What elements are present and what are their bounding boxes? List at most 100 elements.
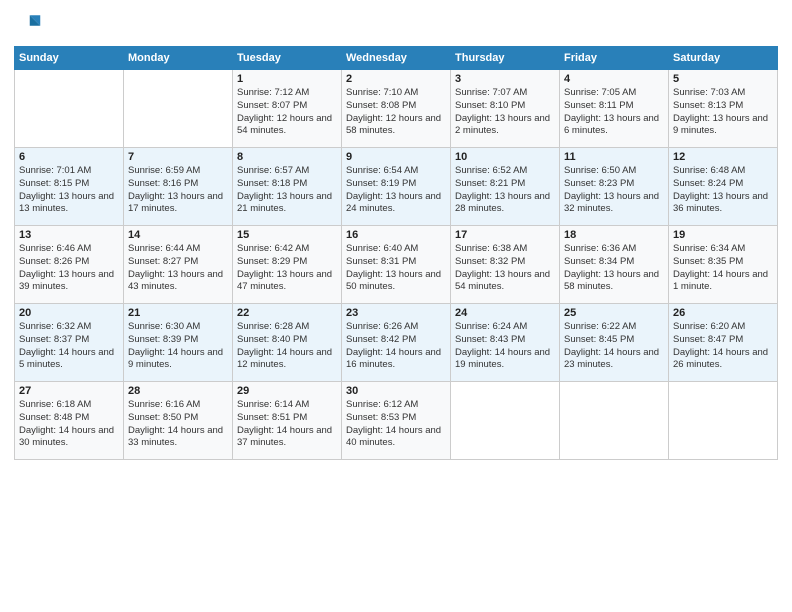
day-number: 25 <box>564 307 664 319</box>
day-info: Sunrise: 6:30 AM Sunset: 8:39 PM Dayligh… <box>128 321 228 372</box>
day-number: 1 <box>237 73 337 85</box>
day-info: Sunrise: 6:59 AM Sunset: 8:16 PM Dayligh… <box>128 165 228 216</box>
header <box>14 10 778 38</box>
day-info: Sunrise: 6:52 AM Sunset: 8:21 PM Dayligh… <box>455 165 555 216</box>
day-number: 16 <box>346 229 446 241</box>
calendar-cell: 29 Sunrise: 6:14 AM Sunset: 8:51 PM Dayli… <box>233 382 342 460</box>
calendar-cell: 6 Sunrise: 7:01 AM Sunset: 8:15 PM Daylig… <box>15 148 124 226</box>
day-number: 30 <box>346 385 446 397</box>
day-header-sunday: Sunday <box>15 47 124 70</box>
calendar-cell <box>15 70 124 148</box>
calendar-cell: 19 Sunrise: 6:34 AM Sunset: 8:35 PM Dayli… <box>669 226 778 304</box>
day-header-monday: Monday <box>124 47 233 70</box>
day-info: Sunrise: 6:48 AM Sunset: 8:24 PM Dayligh… <box>673 165 773 216</box>
day-info: Sunrise: 6:16 AM Sunset: 8:50 PM Dayligh… <box>128 399 228 450</box>
calendar-body: 1 Sunrise: 7:12 AM Sunset: 8:07 PM Daylig… <box>15 70 778 460</box>
day-info: Sunrise: 6:32 AM Sunset: 8:37 PM Dayligh… <box>19 321 119 372</box>
day-number: 3 <box>455 73 555 85</box>
day-info: Sunrise: 6:40 AM Sunset: 8:31 PM Dayligh… <box>346 243 446 294</box>
day-header-friday: Friday <box>560 47 669 70</box>
calendar-cell: 26 Sunrise: 6:20 AM Sunset: 8:47 PM Dayli… <box>669 304 778 382</box>
day-number: 21 <box>128 307 228 319</box>
calendar-cell: 1 Sunrise: 7:12 AM Sunset: 8:07 PM Daylig… <box>233 70 342 148</box>
calendar-cell: 13Sunrise: 6:46 AM Sunset: 8:26 PM Dayli… <box>15 226 124 304</box>
week-row-4: 27 Sunrise: 6:18 AM Sunset: 8:48 PM Dayli… <box>15 382 778 460</box>
header-row: SundayMondayTuesdayWednesdayThursdayFrid… <box>15 47 778 70</box>
day-number: 29 <box>237 385 337 397</box>
calendar-cell: 17Sunrise: 6:38 AM Sunset: 8:32 PM Dayli… <box>451 226 560 304</box>
day-number: 2 <box>346 73 446 85</box>
calendar-cell: 20 Sunrise: 6:32 AM Sunset: 8:37 PM Dayli… <box>15 304 124 382</box>
day-header-wednesday: Wednesday <box>342 47 451 70</box>
day-info: Sunrise: 6:50 AM Sunset: 8:23 PM Dayligh… <box>564 165 664 216</box>
calendar-cell: 18Sunrise: 6:36 AM Sunset: 8:34 PM Dayli… <box>560 226 669 304</box>
day-info: Sunrise: 7:03 AM Sunset: 8:13 PM Dayligh… <box>673 87 773 138</box>
day-info: Sunrise: 7:12 AM Sunset: 8:07 PM Dayligh… <box>237 87 337 138</box>
day-number: 19 <box>673 229 773 241</box>
calendar-cell <box>560 382 669 460</box>
calendar-cell: 8 Sunrise: 6:57 AM Sunset: 8:18 PM Daylig… <box>233 148 342 226</box>
day-number: 20 <box>19 307 119 319</box>
day-info: Sunrise: 6:12 AM Sunset: 8:53 PM Dayligh… <box>346 399 446 450</box>
calendar-cell: 30 Sunrise: 6:12 AM Sunset: 8:53 PM Dayli… <box>342 382 451 460</box>
day-header-tuesday: Tuesday <box>233 47 342 70</box>
day-info: Sunrise: 6:18 AM Sunset: 8:48 PM Dayligh… <box>19 399 119 450</box>
day-info: Sunrise: 6:26 AM Sunset: 8:42 PM Dayligh… <box>346 321 446 372</box>
logo <box>14 10 46 38</box>
day-number: 27 <box>19 385 119 397</box>
calendar-cell: 14 Sunrise: 6:44 AM Sunset: 8:27 PM Dayli… <box>124 226 233 304</box>
day-number: 14 <box>128 229 228 241</box>
week-row-0: 1 Sunrise: 7:12 AM Sunset: 8:07 PM Daylig… <box>15 70 778 148</box>
day-info: Sunrise: 6:57 AM Sunset: 8:18 PM Dayligh… <box>237 165 337 216</box>
page: SundayMondayTuesdayWednesdayThursdayFrid… <box>0 0 792 612</box>
day-header-saturday: Saturday <box>669 47 778 70</box>
day-info: Sunrise: 6:14 AM Sunset: 8:51 PM Dayligh… <box>237 399 337 450</box>
calendar-cell: 7 Sunrise: 6:59 AM Sunset: 8:16 PM Daylig… <box>124 148 233 226</box>
day-info: Sunrise: 7:10 AM Sunset: 8:08 PM Dayligh… <box>346 87 446 138</box>
calendar-cell: 11 Sunrise: 6:50 AM Sunset: 8:23 PM Dayli… <box>560 148 669 226</box>
calendar-cell: 15Sunrise: 6:42 AM Sunset: 8:29 PM Dayli… <box>233 226 342 304</box>
day-info: Sunrise: 7:07 AM Sunset: 8:10 PM Dayligh… <box>455 87 555 138</box>
week-row-1: 6 Sunrise: 7:01 AM Sunset: 8:15 PM Daylig… <box>15 148 778 226</box>
calendar-cell: 9 Sunrise: 6:54 AM Sunset: 8:19 PM Daylig… <box>342 148 451 226</box>
day-info: Sunrise: 6:44 AM Sunset: 8:27 PM Dayligh… <box>128 243 228 294</box>
day-number: 11 <box>564 151 664 163</box>
day-info: Sunrise: 6:54 AM Sunset: 8:19 PM Dayligh… <box>346 165 446 216</box>
calendar-table: SundayMondayTuesdayWednesdayThursdayFrid… <box>14 46 778 460</box>
calendar-cell <box>124 70 233 148</box>
calendar-cell: 12Sunrise: 6:48 AM Sunset: 8:24 PM Dayli… <box>669 148 778 226</box>
logo-icon <box>14 10 42 38</box>
day-info: Sunrise: 6:28 AM Sunset: 8:40 PM Dayligh… <box>237 321 337 372</box>
day-number: 18 <box>564 229 664 241</box>
day-number: 5 <box>673 73 773 85</box>
day-info: Sunrise: 6:46 AM Sunset: 8:26 PM Dayligh… <box>19 243 119 294</box>
calendar-cell: 4Sunrise: 7:05 AM Sunset: 8:11 PM Daylig… <box>560 70 669 148</box>
calendar-cell: 5 Sunrise: 7:03 AM Sunset: 8:13 PM Daylig… <box>669 70 778 148</box>
calendar-cell: 27 Sunrise: 6:18 AM Sunset: 8:48 PM Dayli… <box>15 382 124 460</box>
day-info: Sunrise: 7:01 AM Sunset: 8:15 PM Dayligh… <box>19 165 119 216</box>
calendar-cell: 28 Sunrise: 6:16 AM Sunset: 8:50 PM Dayli… <box>124 382 233 460</box>
calendar-cell: 22 Sunrise: 6:28 AM Sunset: 8:40 PM Dayli… <box>233 304 342 382</box>
calendar-cell <box>451 382 560 460</box>
day-number: 7 <box>128 151 228 163</box>
day-number: 26 <box>673 307 773 319</box>
day-info: Sunrise: 6:20 AM Sunset: 8:47 PM Dayligh… <box>673 321 773 372</box>
week-row-3: 20 Sunrise: 6:32 AM Sunset: 8:37 PM Dayli… <box>15 304 778 382</box>
day-number: 17 <box>455 229 555 241</box>
day-number: 8 <box>237 151 337 163</box>
calendar-cell: 21 Sunrise: 6:30 AM Sunset: 8:39 PM Dayli… <box>124 304 233 382</box>
calendar-cell: 24Sunrise: 6:24 AM Sunset: 8:43 PM Dayli… <box>451 304 560 382</box>
day-number: 6 <box>19 151 119 163</box>
week-row-2: 13Sunrise: 6:46 AM Sunset: 8:26 PM Dayli… <box>15 226 778 304</box>
day-info: Sunrise: 6:34 AM Sunset: 8:35 PM Dayligh… <box>673 243 773 294</box>
calendar-cell: 16 Sunrise: 6:40 AM Sunset: 8:31 PM Dayli… <box>342 226 451 304</box>
calendar-header: SundayMondayTuesdayWednesdayThursdayFrid… <box>15 47 778 70</box>
day-number: 9 <box>346 151 446 163</box>
day-header-thursday: Thursday <box>451 47 560 70</box>
day-info: Sunrise: 6:24 AM Sunset: 8:43 PM Dayligh… <box>455 321 555 372</box>
day-number: 22 <box>237 307 337 319</box>
calendar-cell: 2 Sunrise: 7:10 AM Sunset: 8:08 PM Daylig… <box>342 70 451 148</box>
day-number: 23 <box>346 307 446 319</box>
day-number: 28 <box>128 385 228 397</box>
day-info: Sunrise: 6:42 AM Sunset: 8:29 PM Dayligh… <box>237 243 337 294</box>
